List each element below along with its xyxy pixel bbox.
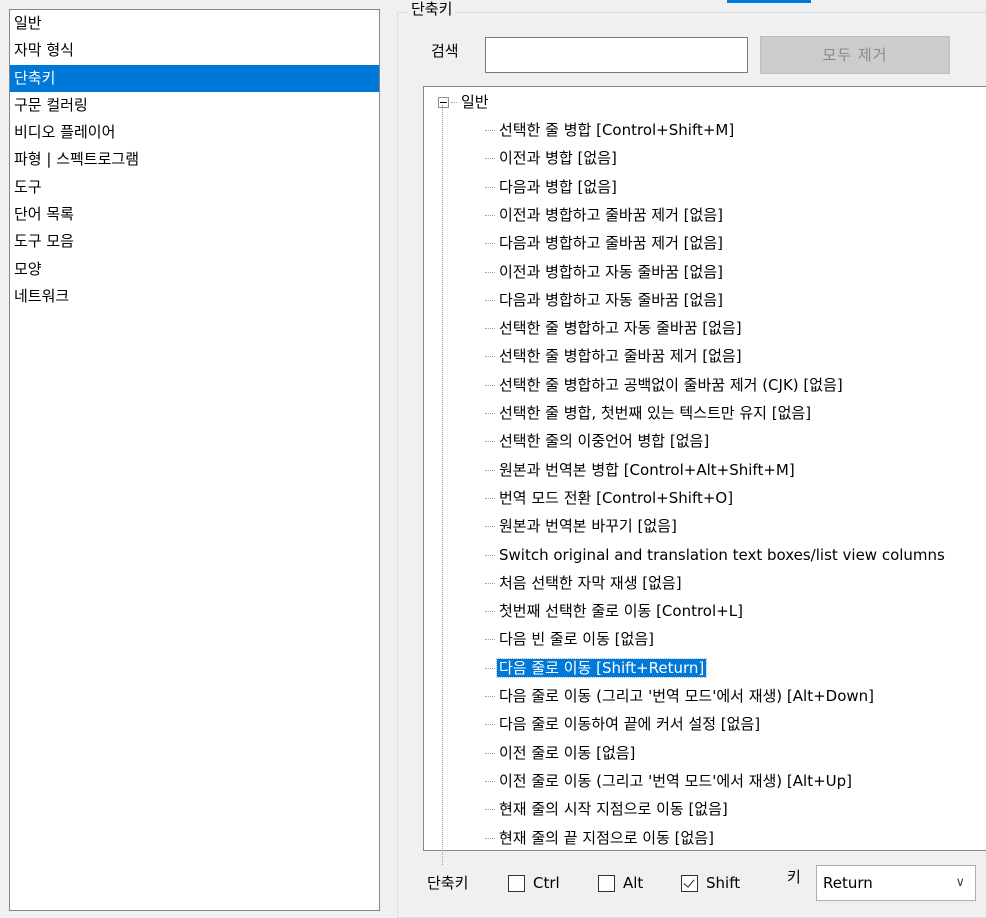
tree-item-label: 현재 줄의 시작 지점으로 이동 [없음] [499,800,728,819]
ctrl-checkbox[interactable]: Ctrl [508,872,560,894]
tree-item-label: 다음 줄로 이동 [Shift+Return] [495,657,708,678]
tree-item[interactable]: Switch original and translation text box… [485,543,947,567]
tree-item[interactable]: 첫번째 선택한 줄로 이동 [Control+L] [485,599,745,623]
shortcut-label: 단축키 [427,874,469,892]
tree-item-label: 원본과 번역본 바꾸기 [없음] [499,517,677,536]
tree-item[interactable]: 선택한 줄 병합 [Control+Shift+M] [485,118,736,142]
tree-item[interactable]: 선택한 줄의 이중언어 병합 [없음] [485,429,711,453]
tree-item-label: 원본과 번역본 병합 [Control+Alt+Shift+M] [499,460,795,479]
key-select[interactable]: Return ∨ [816,865,976,901]
tree-item[interactable]: 이전 줄로 이동 [없음] [485,741,637,765]
tree-item[interactable]: 다음과 병합 [없음] [485,175,619,199]
tree-guide-line [442,105,443,865]
shift-checkbox[interactable]: Shift [681,872,740,894]
tree-item-label: 다음 빈 줄로 이동 [없음] [499,630,654,649]
tree-item[interactable]: 다음과 병합하고 자동 줄바꿈 [없음] [485,288,725,312]
tree-item-label: 선택한 줄의 이중언어 병합 [없음] [499,432,710,451]
scroll-indicator [727,0,811,3]
tree-item[interactable]: 이전과 병합하고 자동 줄바꿈 [없음] [485,260,725,284]
tree-item[interactable]: 이전 줄로 이동 (그리고 '번역 모드'에서 재생) [Alt+Up] [485,769,854,793]
tree-item-label: 다음 줄로 이동 (그리고 '번역 모드'에서 재생) [Alt+Down] [499,687,875,705]
key-select-value: Return [823,874,873,892]
tree-root-label: 일반 [461,93,489,111]
tree-item[interactable]: 다음 줄로 이동 (그리고 '번역 모드'에서 재생) [Alt+Down] [485,684,876,708]
tree-item[interactable]: 이전과 병합 [없음] [485,146,619,170]
category-item[interactable]: 도구 [10,174,379,201]
category-item[interactable]: 도구 모음 [10,228,379,255]
alt-checkbox[interactable]: Alt [598,872,643,894]
category-list[interactable]: 일반 자막 형식 단축키 구문 컬러링 비디오 플레이어 파형 | 스펙트로그램 도구 단어 … [9,9,380,911]
tree-item-label: 이전과 병합하고 줄바꿈 제거 [없음] [499,205,723,224]
ctrl-checkbox-box[interactable] [508,875,525,892]
tree-item-label: 이전과 병합 [없음] [499,149,617,168]
category-item[interactable]: 자막 형식 [10,37,379,64]
tree-item[interactable]: 원본과 번역본 바꾸기 [없음] [485,514,679,538]
ctrl-label: Ctrl [533,874,560,892]
search-label: 검색 [431,42,459,60]
tree-root-node[interactable]: 일반 [438,92,489,112]
collapse-icon[interactable] [438,97,449,108]
alt-checkbox-box[interactable] [598,875,615,892]
alt-label: Alt [623,874,644,892]
clear-all-button[interactable]: 모두 제거 [760,36,950,74]
tree-item[interactable]: 현재 줄의 시작 지점으로 이동 [없음] [485,797,730,821]
tree-item-label: Switch original and translation text box… [499,545,945,564]
tree-item-label: 선택한 줄 병합하고 자동 줄바꿈 [없음] [499,319,742,338]
shift-checkbox-box[interactable] [681,875,698,892]
chevron-down-icon: ∨ [955,875,965,890]
tree-item[interactable]: 선택한 줄 병합하고 공백없이 줄바꿈 제거 (CJK) [없음] [485,373,845,397]
tree-connector [451,102,457,103]
tree-item-label: 번역 모드 전환 [Control+Shift+O] [499,488,734,507]
tree-item[interactable]: 다음과 병합하고 줄바꿈 제거 [없음] [485,231,725,255]
tree-item[interactable]: 처음 선택한 자막 재생 [없음] [485,571,684,595]
tree-item[interactable]: 이전과 병합하고 줄바꿈 제거 [없음] [485,203,725,227]
tree-item-label: 첫번째 선택한 줄로 이동 [Control+L] [499,602,743,621]
tree-item-label: 다음 줄로 이동하여 끝에 커서 설정 [없음] [499,715,761,734]
tree-item-label: 다음과 병합하고 줄바꿈 제거 [없음] [499,234,723,253]
category-item[interactable]: 일반 [10,10,379,37]
tree-item-label: 선택한 줄 병합하고 공백없이 줄바꿈 제거 (CJK) [없음] [499,375,843,394]
search-input[interactable] [485,37,748,73]
tree-item-label: 다음과 병합 [없음] [499,177,617,196]
category-item[interactable]: 모양 [10,256,379,283]
tree-item[interactable]: 선택한 줄 병합하고 줄바꿈 제거 [없음] [485,344,744,368]
tree-item-label: 선택한 줄 병합 [Control+Shift+M] [499,121,735,139]
tree-item-label: 이전 줄로 이동 [없음] [499,743,636,762]
shortcut-tree[interactable]: 일반 선택한 줄 병합 [Control+Shift+M] 이전과 병합 [없음]… [423,86,986,851]
tree-item-label: 이전과 병합하고 자동 줄바꿈 [없음] [499,262,723,281]
tree-item-label: 이전 줄로 이동 (그리고 '번역 모드'에서 재생) [Alt+Up] [499,771,853,790]
category-item[interactable]: 구문 컬러링 [10,92,379,119]
tree-item[interactable]: 원본과 번역본 병합 [Control+Alt+Shift+M] [485,458,797,482]
tree-item-label: 선택한 줄 병합하고 줄바꿈 제거 [없음] [499,347,742,366]
tree-item[interactable]: 선택한 줄 병합하고 자동 줄바꿈 [없음] [485,316,744,340]
shift-label: Shift [706,874,741,892]
category-item[interactable]: 비디오 플레이어 [10,119,379,146]
category-item[interactable]: 단어 목록 [10,201,379,228]
tree-item[interactable]: 번역 모드 전환 [Control+Shift+O] [485,486,735,510]
tree-item-label: 현재 줄의 끝 지점으로 이동 [없음] [499,828,714,847]
category-item[interactable]: 네트워크 [10,283,379,310]
tree-item-label: 처음 선택한 자막 재생 [없음] [499,573,682,592]
key-label: 키 [787,868,801,886]
group-title: 단축키 [408,0,456,19]
tree-item[interactable]: 현재 줄의 끝 지점으로 이동 [없음] [485,826,716,850]
tree-item[interactable]: 다음 줄로 이동 [Shift+Return] [485,656,708,680]
category-item[interactable]: 파형 | 스펙트로그램 [10,146,379,173]
category-item[interactable]: 단축키 [10,64,379,92]
tree-item[interactable]: 다음 줄로 이동하여 끝에 커서 설정 [없음] [485,712,762,736]
tree-item-label: 다음과 병합하고 자동 줄바꿈 [없음] [499,290,723,309]
tree-item-label: 선택한 줄 병합, 첫번째 있는 텍스트만 유지 [없음] [499,404,812,422]
tree-item[interactable]: 다음 빈 줄로 이동 [없음] [485,627,656,651]
tree-item[interactable]: 선택한 줄 병합, 첫번째 있는 텍스트만 유지 [없음] [485,401,813,425]
